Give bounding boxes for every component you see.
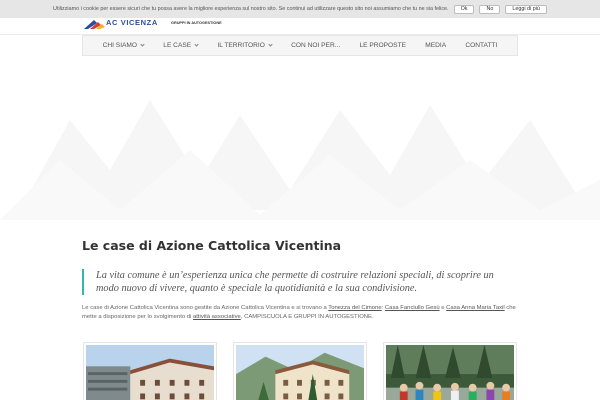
logo-mark-icon (84, 20, 105, 29)
page-title: Le case di Azione Cattolica Vicentina (82, 238, 342, 253)
link-casa-anna-maria-taxil[interactable]: Casa Anna Maria Taxil (446, 305, 505, 311)
nav-item-label: MEDIA (425, 42, 447, 49)
nav-item-label: LE PROPOSTE (359, 42, 406, 49)
page: Utilizziamo i cookie per essere sicuri c… (0, 0, 600, 400)
nav-item-le-proposte[interactable]: LE PROPOSTE (359, 42, 406, 49)
nav-item-chi-siamo[interactable]: CHI SIAMO (102, 42, 145, 49)
nav-item-con-noi-per[interactable]: CON NOI PER... (291, 42, 340, 49)
site-header: AC VICENZA GRUPPI IN AUTOGESTIONE (0, 18, 600, 35)
intro-text-part: Le case di Azione Cattolica Vicentina so… (82, 305, 329, 311)
nav-item-label: CONTATTI (465, 42, 498, 49)
link-tonezza[interactable]: Tonezza del Cimone (328, 305, 381, 311)
nav-item-contatti[interactable]: CONTATTI (465, 42, 497, 49)
chevron-down-icon (194, 42, 199, 47)
nav-item-le-case[interactable]: LE CASE (163, 42, 199, 49)
cookie-banner: Utilizziamo i cookie per essere sicuri c… (0, 0, 600, 18)
chevron-down-icon (140, 42, 145, 47)
intro-paragraph: Le case di Azione Cattolica Vicentina so… (82, 304, 518, 322)
cookie-more-button[interactable]: Leggi di più (505, 4, 547, 14)
group-activity-photo[interactable] (383, 342, 517, 400)
house-photo-anna-maria-taxil[interactable] (233, 342, 367, 400)
cookie-no-button[interactable]: No (479, 4, 501, 14)
cookie-ok-button[interactable]: Ok (453, 4, 475, 14)
nav-item-label: IL TERRITORIO (217, 42, 265, 49)
chevron-down-icon (268, 42, 273, 47)
nav-item-label: LE CASE (163, 42, 192, 49)
nav-item-label: CON NOI PER... (291, 42, 341, 49)
nav-item-il-territorio[interactable]: IL TERRITORIO (217, 42, 273, 49)
link-casa-fanciullo-gesu[interactable]: Casa Fanciullo Gesù (385, 305, 440, 311)
link-attivita-associative[interactable]: attività associative (193, 314, 241, 320)
logo-subtitle: GRUPPI IN AUTOGESTIONE (171, 21, 222, 25)
house-photo-fanciullo-gesu[interactable] (83, 342, 217, 400)
intro-text-part: , CAMPISCUOLA E GRUPPI IN AUTOGESTIONE. (240, 314, 374, 320)
nav-item-label: CHI SIAMO (102, 42, 138, 49)
nav-item-media[interactable]: MEDIA (425, 42, 446, 49)
main-nav: CHI SIAMO LE CASE IL TERRITORIO CON NOI … (82, 35, 518, 56)
logo-title: AC VICENZA (106, 18, 158, 27)
hero-image (0, 60, 600, 220)
cookie-text: Utilizziamo i cookie per essere sicuri c… (53, 6, 449, 12)
intro-quote: La vita comune è un’esperienza unica che… (82, 269, 518, 295)
